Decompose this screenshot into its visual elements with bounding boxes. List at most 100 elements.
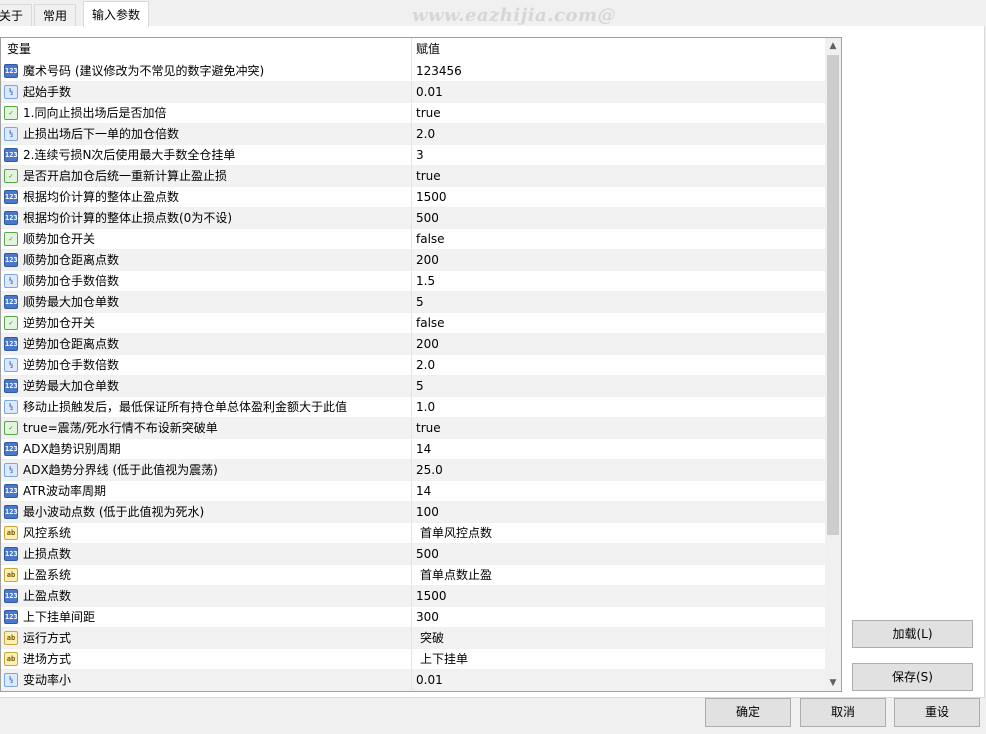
parameter-value[interactable]: 2.0 (416, 355, 435, 375)
parameter-value[interactable]: true (416, 166, 441, 186)
cell-divider (411, 418, 412, 438)
parameter-value[interactable]: 14 (416, 439, 431, 459)
ok-button[interactable]: 确定 (705, 698, 791, 727)
double-type-icon: ½ (4, 274, 18, 288)
parameter-value[interactable]: 1500 (416, 586, 447, 606)
load-button[interactable]: 加载(L) (852, 620, 973, 648)
parameter-value[interactable]: 5 (416, 292, 424, 312)
parameter-row[interactable]: 123 止损点数 500 (1, 544, 825, 565)
double-type-icon: ½ (4, 85, 18, 99)
parameter-row[interactable]: ½ 顺势加仓手数倍数 1.5 (1, 271, 825, 292)
parameter-row[interactable]: ab 风控系统 首单风控点数 (1, 523, 825, 544)
tab-about-label: 关于 (0, 9, 24, 23)
tab-common[interactable]: 常用 (34, 4, 77, 26)
parameter-row[interactable]: 123 上下挂单间距 300 (1, 607, 825, 628)
parameter-row[interactable]: 123 根据均价计算的整体止损点数(0为不设) 500 (1, 208, 825, 229)
scroll-up-icon[interactable]: ▲ (825, 38, 841, 54)
parameter-row[interactable]: 123 止盈点数 1500 (1, 586, 825, 607)
cell-divider (411, 544, 412, 564)
reset-button[interactable]: 重设 (894, 698, 980, 727)
parameter-row[interactable]: 123 根据均价计算的整体止盈点数 1500 (1, 187, 825, 208)
parameter-value[interactable]: 5 (416, 376, 424, 396)
string-type-icon: ab (4, 526, 18, 540)
cell-divider (411, 502, 412, 522)
parameter-row[interactable]: ½ ADX趋势分界线 (低于此值视为震荡) 25.0 (1, 460, 825, 481)
parameter-value[interactable]: 300 (416, 607, 439, 627)
parameter-value[interactable]: 首单点数止盈 (420, 565, 492, 585)
parameter-row[interactable]: 123 最小波动点数 (低于此值视为死水) 100 (1, 502, 825, 523)
parameter-name: 2.连续亏损N次后使用最大手数全仓挂单 (23, 148, 236, 162)
parameter-value[interactable]: 123456 (416, 61, 462, 81)
column-header-value[interactable]: 赋值 (416, 38, 440, 61)
integer-type-icon: 123 (4, 253, 18, 267)
parameter-row[interactable]: ab 止盈系统 首单点数止盈 (1, 565, 825, 586)
column-header-variable[interactable]: 变量 (7, 38, 31, 61)
parameter-row[interactable]: ✓ true=震荡/死水行情不布设新突破单 true (1, 418, 825, 439)
cancel-button[interactable]: 取消 (800, 698, 886, 727)
parameter-value[interactable]: 上下挂单 (420, 649, 468, 669)
parameter-value[interactable]: false (416, 229, 445, 249)
parameter-value[interactable]: true (416, 103, 441, 123)
parameter-row[interactable]: 123 ADX趋势识别周期 14 (1, 439, 825, 460)
parameter-row[interactable]: ✓ 1.同向止损出场后是否加倍 true (1, 103, 825, 124)
parameter-row[interactable]: 123 ATR波动率周期 14 (1, 481, 825, 502)
save-button[interactable]: 保存(S) (852, 663, 973, 691)
scroll-thumb[interactable] (827, 55, 839, 535)
parameter-row[interactable]: ½ 变动率小 0.01 (1, 670, 825, 691)
parameter-value[interactable]: 1500 (416, 187, 447, 207)
parameter-value[interactable]: 14 (416, 481, 431, 501)
parameter-value[interactable]: 500 (416, 208, 439, 228)
parameter-row[interactable]: ½ 移动止损触发后，最低保证所有持仓单总体盈利金额大于此值 1.0 (1, 397, 825, 418)
parameter-value[interactable]: 首单风控点数 (420, 523, 492, 543)
parameter-name: 止盈点数 (23, 589, 72, 603)
parameter-value[interactable]: 200 (416, 250, 439, 270)
parameter-value[interactable]: 500 (416, 544, 439, 564)
vertical-scrollbar[interactable]: ▲ ▼ (825, 38, 841, 691)
integer-type-icon: 123 (4, 190, 18, 204)
parameter-row[interactable]: ✓ 是否开启加仓后统一重新计算止盈止损 true (1, 166, 825, 187)
parameter-row[interactable]: ½ 起始手数 0.01 (1, 82, 825, 103)
parameter-value[interactable]: 突破 (420, 628, 444, 648)
tab-bar: 关于 常用 输入参数 www.eazhijia.com@ (0, 0, 986, 27)
parameter-value[interactable]: false (416, 313, 445, 333)
parameter-row[interactable]: ab 运行方式 突破 (1, 628, 825, 649)
parameter-value[interactable]: 100 (416, 502, 439, 522)
parameter-name: 根据均价计算的整体止损点数(0为不设) (23, 211, 232, 225)
parameter-row[interactable]: 123 逆势最大加仓单数 5 (1, 376, 825, 397)
parameter-value[interactable]: true (416, 418, 441, 438)
parameter-value[interactable]: 3 (416, 145, 424, 165)
column-divider[interactable] (411, 38, 412, 61)
parameter-value[interactable]: 25.0 (416, 460, 443, 480)
parameter-name: 移动止损触发后，最低保证所有持仓单总体盈利金额大于此值 (23, 400, 348, 414)
tab-about[interactable]: 关于 (0, 4, 33, 26)
parameter-row[interactable]: ½ 止损出场后下一单的加仓倍数 2.0 (1, 124, 825, 145)
cell-divider (411, 229, 412, 249)
parameter-row[interactable]: 123 顺势最大加仓单数 5 (1, 292, 825, 313)
parameter-row[interactable]: 123 逆势加仓距离点数 200 (1, 334, 825, 355)
tab-inputs[interactable]: 输入参数 (83, 1, 150, 27)
cell-divider (411, 103, 412, 123)
cell-divider (411, 271, 412, 291)
parameter-row[interactable]: 123 魔术号码 (建议修改为不常见的数字避免冲突) 123456 (1, 61, 825, 82)
integer-type-icon: 123 (4, 610, 18, 624)
parameter-row[interactable]: ✓ 逆势加仓开关 false (1, 313, 825, 334)
parameter-value[interactable]: 1.0 (416, 397, 435, 417)
cell-divider (411, 187, 412, 207)
parameter-value[interactable]: 1.5 (416, 271, 435, 291)
cell-divider (411, 145, 412, 165)
parameter-value[interactable]: 0.01 (416, 670, 443, 690)
parameter-row[interactable]: ½ 逆势加仓手数倍数 2.0 (1, 355, 825, 376)
parameter-value[interactable]: 2.0 (416, 124, 435, 144)
parameter-name: 上下挂单间距 (23, 610, 96, 624)
parameter-value[interactable]: 200 (416, 334, 439, 354)
parameter-row[interactable]: 123 顺势加仓距离点数 200 (1, 250, 825, 271)
cell-divider (411, 397, 412, 417)
parameter-value[interactable]: 0.01 (416, 82, 443, 102)
string-type-icon: ab (4, 631, 18, 645)
parameter-row[interactable]: 123 2.连续亏损N次后使用最大手数全仓挂单 3 (1, 145, 825, 166)
parameter-name: 逆势加仓手数倍数 (23, 358, 120, 372)
parameter-row[interactable]: ab 进场方式 上下挂单 (1, 649, 825, 670)
double-type-icon: ½ (4, 673, 18, 687)
parameter-row[interactable]: ✓ 顺势加仓开关 false (1, 229, 825, 250)
scroll-down-icon[interactable]: ▼ (825, 675, 841, 691)
